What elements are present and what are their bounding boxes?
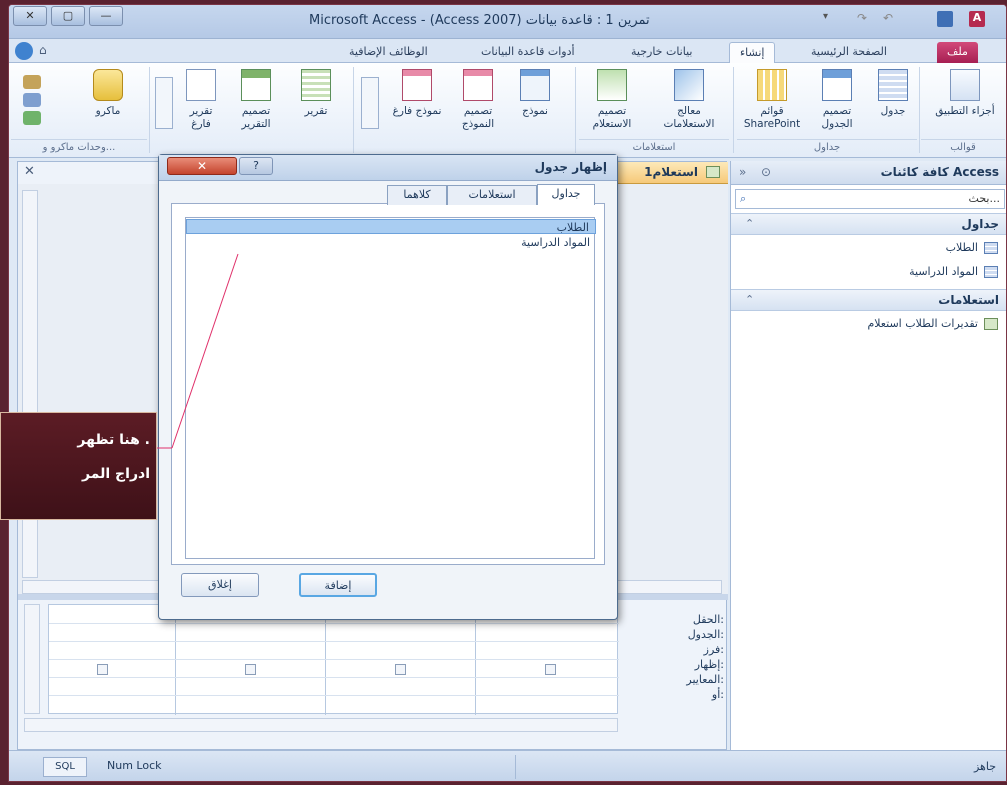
maximize-button[interactable]: ▢ [51,6,85,26]
report-design-button[interactable]: تصميم التقرير [227,69,285,139]
form-design-button[interactable]: تصميم النموذج [449,69,507,139]
collapse-pane-icon[interactable]: » [739,165,746,179]
query-design-icon [597,69,627,101]
nav-header[interactable]: » ⊙ كافة كائنات Access [731,161,1006,185]
collapse-group-icon[interactable]: ⌃ [745,217,754,230]
dialog-close-button[interactable]: ✕ [167,157,237,175]
list-item[interactable]: الطلاب [186,219,596,234]
form-design-icon [463,69,493,101]
table-icon [878,69,908,101]
tab-file[interactable]: ملف [937,42,978,63]
group-macros-label: وحدات ماكرو و... [11,139,147,155]
ribbon: أجزاء التطبيق جدول تصميم الجدول قوائم Sh… [9,63,1006,158]
report-icon [301,69,331,101]
table-icon [984,266,998,278]
sharepoint-icon [757,69,787,101]
quick-access-toolbar: ▾ ↷ ↶ A [817,11,1006,31]
group-tables-label: جداول [737,139,917,155]
nav-item-grades-query[interactable]: تقديرات الطلاب استعلام [867,317,998,337]
macro-button[interactable]: ماكرو [81,69,135,139]
list-item[interactable]: المواد الدراسية [186,235,596,250]
report-button[interactable]: تقرير [291,69,341,139]
tab-both[interactable]: كلاهما [387,185,447,205]
group-queries-label: استعلامات [579,139,729,155]
show-checkbox[interactable] [545,664,556,675]
design-grid[interactable] [48,604,619,715]
status-bar: جاهز SQL Num Lock [9,750,1006,781]
search-icon[interactable]: ⌕ [740,192,746,206]
customize-qat-icon[interactable]: ▾ [823,11,839,27]
access-logo-icon: A [969,11,985,27]
more-reports-icon[interactable] [155,77,173,129]
collapse-group-icon[interactable]: ⌃ [745,293,754,306]
grid-vertical-scrollbar[interactable] [24,604,40,714]
grid-row-labels: الحقل: الجدول: فرز: إظهار: المعايير: أو: [686,613,724,701]
nav-search-input[interactable]: بحث... ⌕ [735,189,1005,209]
table-design-button[interactable]: تصميم الجدول [809,69,865,139]
close-window-button[interactable]: ✕ [13,6,47,26]
query-design-button[interactable]: تصميم الاستعلام [579,69,645,139]
dialog-help-button[interactable]: ? [239,157,273,175]
nav-item-students[interactable]: الطلاب [946,241,998,261]
show-checkbox[interactable] [245,664,256,675]
query-icon [984,318,998,330]
close-button[interactable]: إغلاق [181,573,259,597]
form-button[interactable]: نموذج [511,69,559,139]
nav-title: كافة كائنات Access [880,165,999,179]
table-icon [984,242,998,254]
macro-scroll-icon [93,69,123,101]
table-design-icon [822,69,852,101]
query-wizard-button[interactable]: معالج الاستعلامات [651,69,727,139]
title-bar: ✕ ▢ — Microsoft Access - (Access 2007) ت… [9,5,1006,39]
sql-view-button[interactable]: SQL [43,757,87,777]
minimize-button[interactable]: — [89,6,123,26]
tab-tables[interactable]: جداول [537,184,595,205]
grid-horizontal-scrollbar[interactable] [24,718,618,732]
app-parts-icon [950,69,980,101]
group-templates-label: قوالب [921,139,1005,155]
show-checkbox[interactable] [395,664,406,675]
close-query-icon[interactable]: ✕ [24,164,35,179]
blank-report-button[interactable]: تقرير فارغ [179,69,223,139]
navigation-pane: » ⊙ كافة كائنات Access بحث... ⌕ جداول ⌃ … [730,161,1006,750]
query-wizard-icon [674,69,704,101]
help-icon[interactable] [15,42,33,60]
tab-database-tools[interactable]: أدوات قاعدة البيانات [471,42,585,63]
more-forms-icon[interactable] [361,77,379,129]
dialog-title-bar: إظهار جدول ✕ ? [159,155,617,181]
numlock-indicator: Num Lock [107,759,162,772]
table-button[interactable]: جدول [869,69,917,139]
nav-menu-chevron-icon[interactable]: ⊙ [761,165,771,179]
tab-queries[interactable]: استعلامات [447,185,537,205]
tab-addins[interactable]: الوظائف الإضافية [339,42,438,63]
blank-form-icon [402,69,432,101]
nav-group-tables[interactable]: جداول ⌃ [731,213,1006,235]
ribbon-tab-strip: ⌂ ملف الصفحة الرئيسية إنشاء بيانات خارجي… [9,39,1006,63]
module-icons[interactable] [23,75,45,131]
tab-create[interactable]: إنشاء [729,42,776,63]
add-button[interactable]: إضافة [299,573,377,597]
blank-report-icon [186,69,216,101]
undo-icon[interactable]: ↶ [883,11,899,27]
show-checkbox[interactable] [97,664,108,675]
save-icon[interactable] [937,11,953,27]
tab-external-data[interactable]: بيانات خارجية [621,42,702,63]
minimize-ribbon-icon[interactable]: ⌂ [39,43,47,57]
app-parts-button[interactable]: أجزاء التطبيق [935,69,995,139]
sharepoint-lists-button[interactable]: قوائم SharePoint [739,69,805,139]
blank-form-button[interactable]: نموذج فارغ [389,69,445,139]
form-icon [520,69,550,101]
tab-home[interactable]: الصفحة الرئيسية [801,42,897,63]
status-ready: جاهز [973,760,996,773]
redo-icon[interactable]: ↷ [857,11,873,27]
nav-item-courses[interactable]: المواد الدراسية [909,265,998,285]
report-design-icon [241,69,271,101]
window-title: Microsoft Access - (Access 2007) تمرين 1… [309,13,650,28]
query-icon [706,166,720,178]
nav-group-queries[interactable]: استعلامات ⌃ [731,289,1006,311]
annotation-callout: هنا تظهر . ادراج المر [0,412,157,520]
